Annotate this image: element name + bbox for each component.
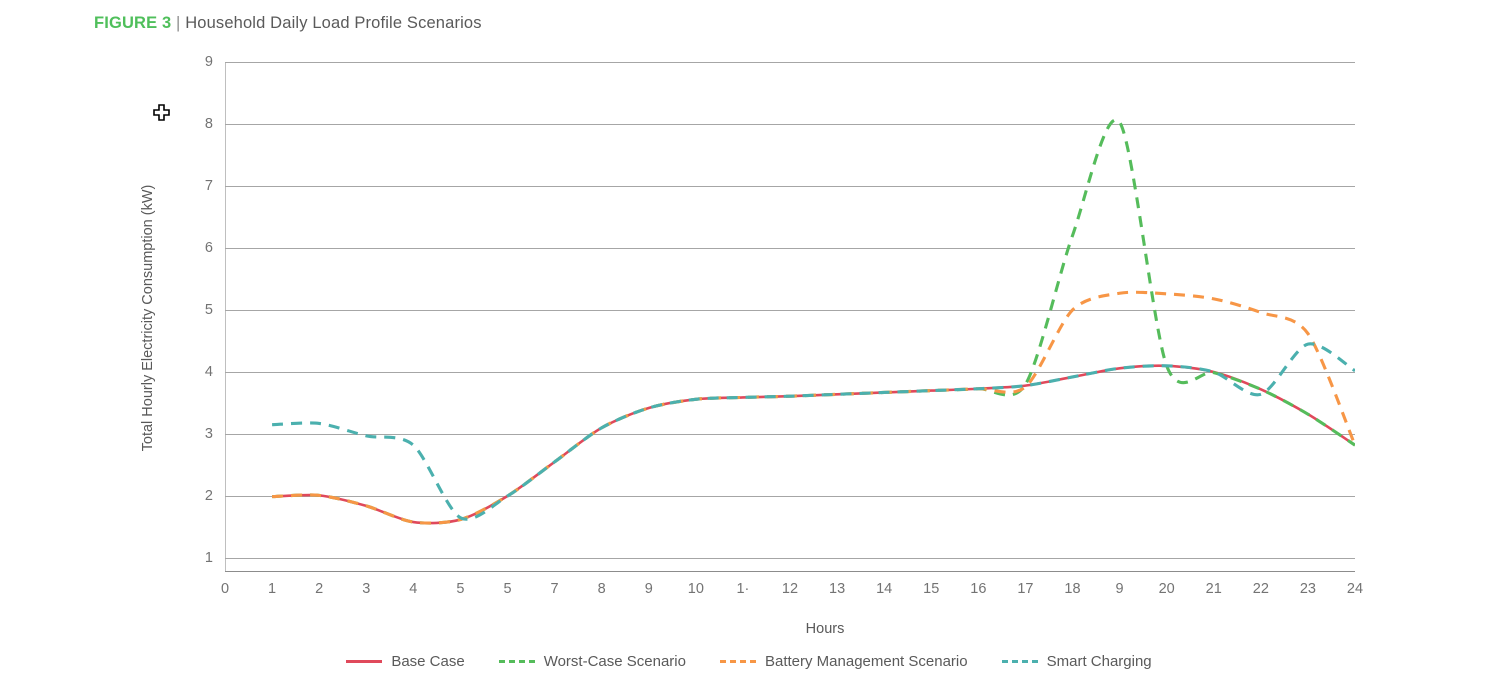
x-tick-label: 2 — [315, 581, 324, 597]
x-tick-label: 20 — [1158, 581, 1175, 597]
legend-item[interactable]: Worst-Case Scenario — [498, 653, 686, 670]
x-tick-label: 21 — [1205, 581, 1222, 597]
y-tick-label: 6 — [204, 240, 213, 256]
y-tick-label: 9 — [204, 54, 213, 70]
x-tick-label: 17 — [1017, 581, 1034, 597]
legend-item-label: Battery Management Scenario — [764, 653, 968, 670]
legend-item-label: Base Case — [391, 653, 465, 670]
x-tick-label: 1· — [736, 581, 750, 597]
x-tick-label: 8 — [597, 581, 606, 597]
series-line — [272, 118, 1355, 525]
figure-title: FIGURE 3 | Household Daily Load Profile … — [94, 14, 482, 33]
gridline — [225, 558, 1355, 559]
x-tick-label: 10 — [687, 581, 704, 597]
x-tick-label: 0 — [220, 581, 230, 597]
legend-item-label: Smart Charging — [1046, 653, 1152, 670]
y-tick-label: 3 — [204, 426, 213, 442]
legend-item-label: Worst-Case Scenario — [543, 653, 686, 670]
x-tick-label: 13 — [829, 581, 846, 597]
y-tick-label: 4 — [204, 364, 213, 380]
x-tick-label: 16 — [970, 581, 987, 597]
figure-title-text: Household Daily Load Profile Scenarios — [185, 14, 482, 32]
x-tick-label: 5 — [503, 581, 512, 597]
y-axis-title: Total Hourly Electricity Consumption (kW… — [140, 184, 156, 452]
crosshair-cursor-icon — [153, 104, 170, 121]
x-tick-label: 18 — [1064, 581, 1081, 597]
x-tick-label: 23 — [1299, 581, 1316, 597]
x-axis-line — [225, 571, 1355, 572]
x-tick-label: 14 — [876, 581, 893, 597]
legend-item[interactable]: Base Case — [346, 653, 465, 670]
y-tick-label: 7 — [204, 178, 213, 194]
x-tick-label: 9 — [644, 581, 653, 597]
series-line — [272, 290, 1355, 525]
legend-item[interactable]: Smart Charging — [1001, 653, 1152, 670]
x-tick-label: 3 — [362, 581, 371, 597]
x-tick-label: 7 — [550, 581, 559, 597]
figure-label: FIGURE 3 — [94, 14, 172, 32]
y-tick-label: 5 — [204, 302, 213, 318]
y-tick-label: 2 — [204, 488, 213, 504]
x-tick-label: 12 — [781, 581, 799, 597]
y-tick-label: 8 — [204, 116, 213, 132]
x-tick-label: 4 — [409, 581, 418, 597]
figure-title-separator: | — [176, 14, 181, 32]
x-tick-label: 22 — [1252, 581, 1269, 597]
legend-swatch-icon — [1001, 660, 1038, 663]
chart-legend: Base Case Worst-Case Scenario Battery Mana… — [0, 653, 1490, 670]
y-tick-label: 1 — [204, 550, 213, 566]
chart-series-layer — [272, 118, 1355, 525]
x-tick-label: 15 — [923, 581, 940, 597]
x-tick-label: 5 — [456, 581, 465, 597]
legend-swatch-icon — [719, 660, 756, 663]
series-line — [272, 342, 1355, 521]
x-tick-label: 9 — [1115, 581, 1124, 597]
series-line — [272, 364, 1355, 525]
figure-container: FIGURE 3 | Household Daily Load Profile … — [0, 0, 1490, 691]
x-tick-label: 24 — [1346, 581, 1364, 597]
x-axis-title: Hours — [805, 621, 845, 637]
legend-item[interactable]: Battery Management Scenario — [719, 653, 968, 670]
legend-swatch-icon — [498, 660, 535, 663]
legend-swatch-icon — [346, 660, 383, 663]
x-tick-label: 1 — [268, 581, 277, 597]
